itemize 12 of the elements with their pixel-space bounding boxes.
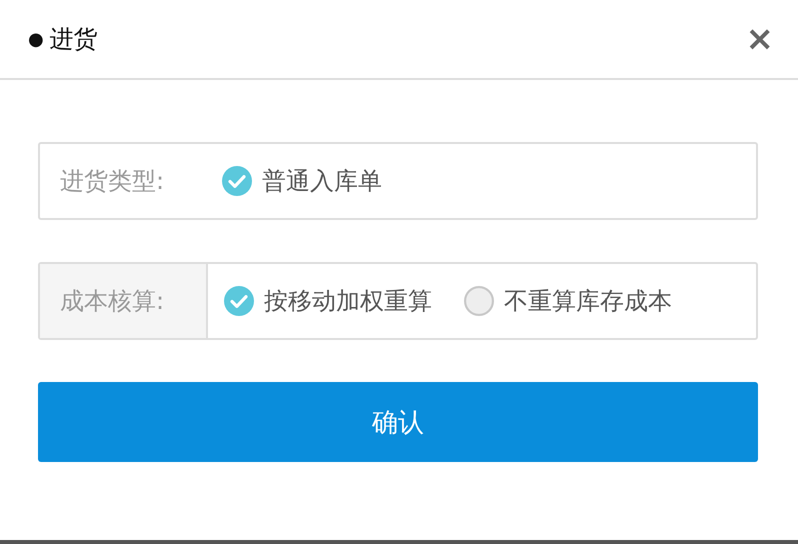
radio-option[interactable]: 按移动加权重算 (224, 285, 432, 317)
checked-radio-icon[interactable] (222, 166, 252, 196)
dialog-title: 进货 (50, 24, 98, 55)
checked-radio-icon[interactable] (224, 286, 254, 316)
radio-option[interactable]: 普通入库单 (222, 165, 382, 197)
radio-icon[interactable] (464, 286, 494, 316)
confirm-button[interactable]: 确认 (38, 382, 758, 462)
field-label: 成本核算: (40, 264, 208, 338)
radio-option[interactable]: 不重算库存成本 (464, 285, 672, 317)
close-button[interactable]: × (742, 22, 778, 56)
bullet-icon: ● (28, 28, 44, 50)
field-label: 进货类型: (59, 166, 166, 197)
